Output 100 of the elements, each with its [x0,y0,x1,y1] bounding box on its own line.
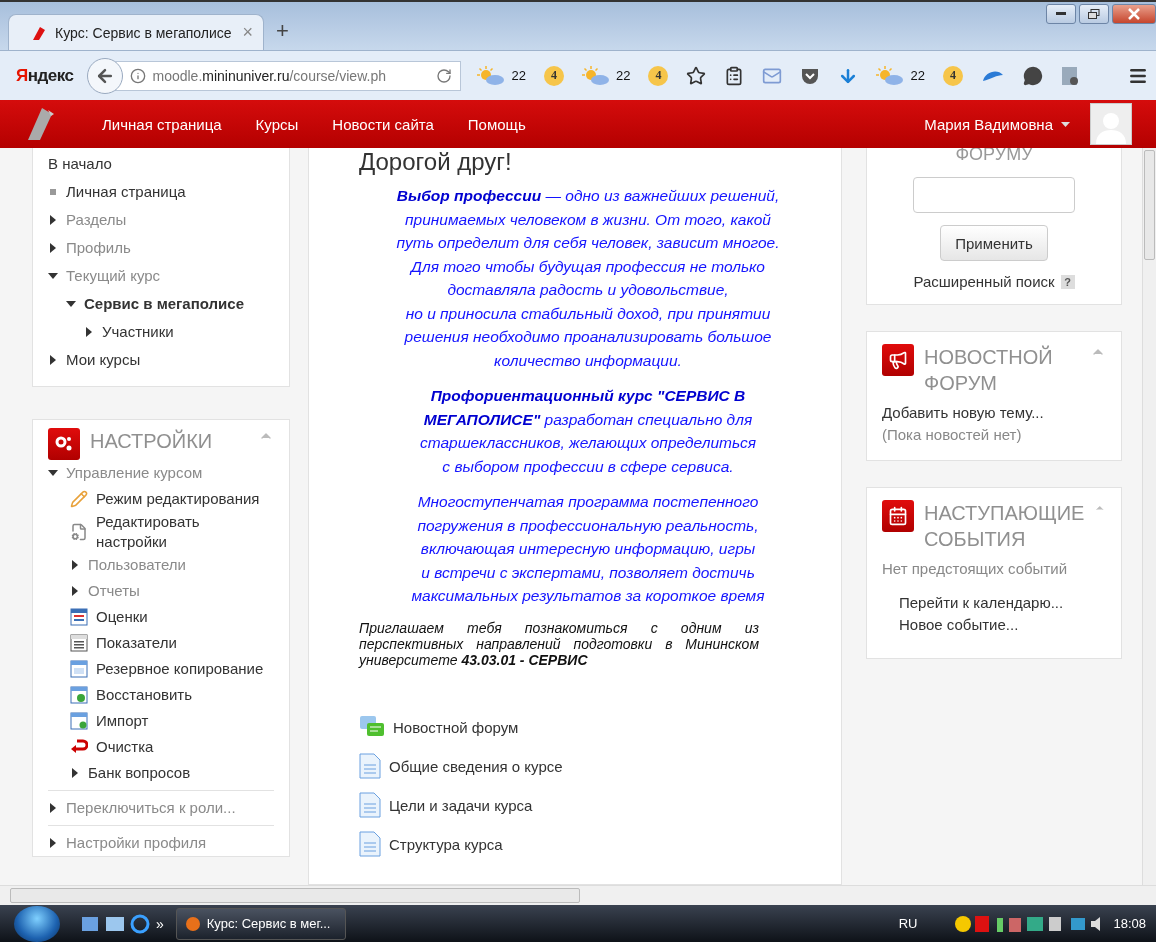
nav-link[interactable]: Личная страница [102,115,222,133]
greeting-heading: Дорогой друг! [359,148,513,176]
taskbar-window-button[interactable]: Курс: Сервис в мег... [175,907,346,940]
nav-link[interactable]: Текущий курс [66,266,161,286]
nav-link[interactable]: Показатели [96,633,177,653]
extension-icon[interactable] [1060,65,1079,86]
import-icon [70,712,88,730]
nav-link[interactable]: Редактировать настройки [96,512,274,552]
minimize-button[interactable] [1046,4,1076,24]
intro-paragraph: Многоступенчатая программа постепенного погружения в профессиональную реальность, включающая интересную информацию, игры и встречи с экспертами, позволяет достичь максимальных результатов за короткое время [410,492,766,606]
nav-link[interactable]: Курсы [255,115,299,133]
close-icon [1128,8,1140,20]
sun-cloud-icon [876,65,905,86]
brand-logo[interactable]: Яндекс [16,65,74,86]
browser-tab[interactable]: Курс: Сервис в мегаполисе × [8,14,264,50]
nav-link[interactable]: Помощь [467,115,526,133]
nav-link[interactable]: Личная страница [66,182,186,202]
temperature-label[interactable]: 22 [910,68,925,83]
u-turn-arrow-icon [70,738,88,756]
restore-button[interactable] [1079,4,1109,24]
notification-badge[interactable]: 4 [942,65,963,86]
overflow-button[interactable]: » [156,915,164,932]
nav-link[interactable]: Мои курсы [66,350,141,370]
activity-link[interactable]: Структура курса [389,835,503,853]
nav-link[interactable]: Управление курсом [66,463,203,483]
intro-paragraph: Профориентационный курс "СЕРВИС В МЕГАПОЛИСЕ" разработан специально для старшеклассников, желающих определиться с выбором профессии в сфере сервиса. [418,386,758,477]
bullet-icon [48,187,58,197]
apply-button[interactable]: Применить [940,225,1048,261]
chat-bubbles-icon [359,715,385,739]
nav-link[interactable]: Сервис в мегаполисе [84,294,244,314]
info-icon[interactable] [130,67,147,84]
user-menu[interactable]: Мария Вадимовна [924,115,1070,133]
megaphone-icon [882,344,914,376]
nav-link[interactable]: Очистка [96,737,154,757]
horizontal-scrollbar[interactable] [0,885,1156,905]
sun-cloud-icon [581,65,610,86]
block-title: НАСТУПАЮЩИЕ СОБЫТИЯ [924,501,1085,552]
nav-link[interactable]: Режим редактирования [96,489,260,509]
address-field[interactable]: moodle.mininuniver.ru/course/view.ph [115,60,462,91]
tab-title: Курс: Сервис в мегаполисе [55,24,232,41]
document-icon [359,792,381,818]
activity-link[interactable]: Цели и задачи курса [389,796,533,814]
nav-link[interactable]: Пользователи [88,555,186,575]
nav-link[interactable]: Настройки профиля [66,833,207,853]
intro-paragraph: Выбор профессии — одно из важнейших решений, принимаемых человеком в жизни. От того, какой путь определит для себя человек, зависит многое. Для того чтобы будущая профессия не только доставляла радость и удовольствие, но и приносила стабильный доход, при принятии решения необходимо проанализировать большое количество информации. [395,186,781,371]
restore-icon [1088,9,1100,19]
nav-link[interactable]: Профиль [66,238,131,258]
new-tab-button[interactable]: + [272,18,293,44]
reload-icon[interactable] [436,67,453,84]
sun-cloud-icon [477,65,506,86]
quick-launch-icons[interactable] [82,913,150,934]
pencil-icon [70,490,88,508]
block-title: НОВОСТНОЙ ФОРУМ [924,344,1054,396]
nav-link[interactable]: Импорт [96,711,149,731]
nav-link[interactable]: Резервное копирование [96,659,264,679]
close-button[interactable] [1112,4,1156,24]
nav-link[interactable]: Переключиться к роли... [66,798,236,818]
vertical-scrollbar[interactable] [1142,148,1156,885]
language-indicator[interactable]: RU [898,916,918,931]
nav-link[interactable]: В начало [48,154,112,174]
outcomes-icon [70,634,88,652]
document-icon [359,753,381,779]
activity-link[interactable]: Новостной форум [393,718,519,736]
block-title: ФОРУМУ [955,148,1033,165]
block-title: НАСТРОЙКИ [90,428,214,454]
notification-badge[interactable]: 4 [648,65,669,86]
nav-link[interactable]: Отчеты [88,581,140,601]
logo-icon [31,24,47,41]
start-button[interactable] [14,905,60,942]
caret-icon [1061,121,1070,127]
grades-icon [70,608,88,626]
restore-icon [70,686,88,704]
nav-link[interactable]: Новости сайта [332,115,434,133]
help-icon[interactable]: ? [1060,274,1075,289]
temperature-label[interactable]: 22 [615,68,631,83]
empty-news-text: (Пока новостей нет) [882,425,1023,445]
empty-events-text: Нет предстоящих событий [882,559,1068,579]
document-icon [359,831,381,857]
add-topic-link[interactable]: Добавить новую тему... [882,402,1106,424]
temperature-label[interactable]: 22 [511,68,526,83]
calendar-icon [882,500,914,532]
minimize-icon [1056,12,1066,16]
back-button[interactable] [87,57,124,94]
nav-link[interactable]: Банк вопросов [88,763,191,783]
event-link[interactable]: Перейти к календарю... [882,592,1106,614]
nav-link[interactable]: Восстановить [96,685,193,705]
backup-icon [70,660,88,678]
nav-link[interactable]: Оценки [96,607,148,627]
activity-link[interactable]: Общие сведения о курсе [389,757,563,775]
invitation-paragraph: Приглашаем тебя познакомиться с одним из перспективных направлений подготовки в Мининском университете 43.03.01 - СЕРВИС [359,619,759,668]
document-gear-icon [70,523,88,541]
search-field[interactable] [913,177,1075,213]
event-link[interactable]: Новое событие... [882,614,1106,636]
star-icon[interactable] [686,65,707,86]
notification-badge[interactable]: 4 [543,65,564,86]
clipboard-icon[interactable] [724,65,745,86]
advanced-search-link[interactable]: Расширенный поиск [913,273,1055,290]
clock: 18:08 [1113,916,1146,931]
chat-icon[interactable] [1022,65,1043,86]
nav-link[interactable]: Участники [102,322,174,342]
